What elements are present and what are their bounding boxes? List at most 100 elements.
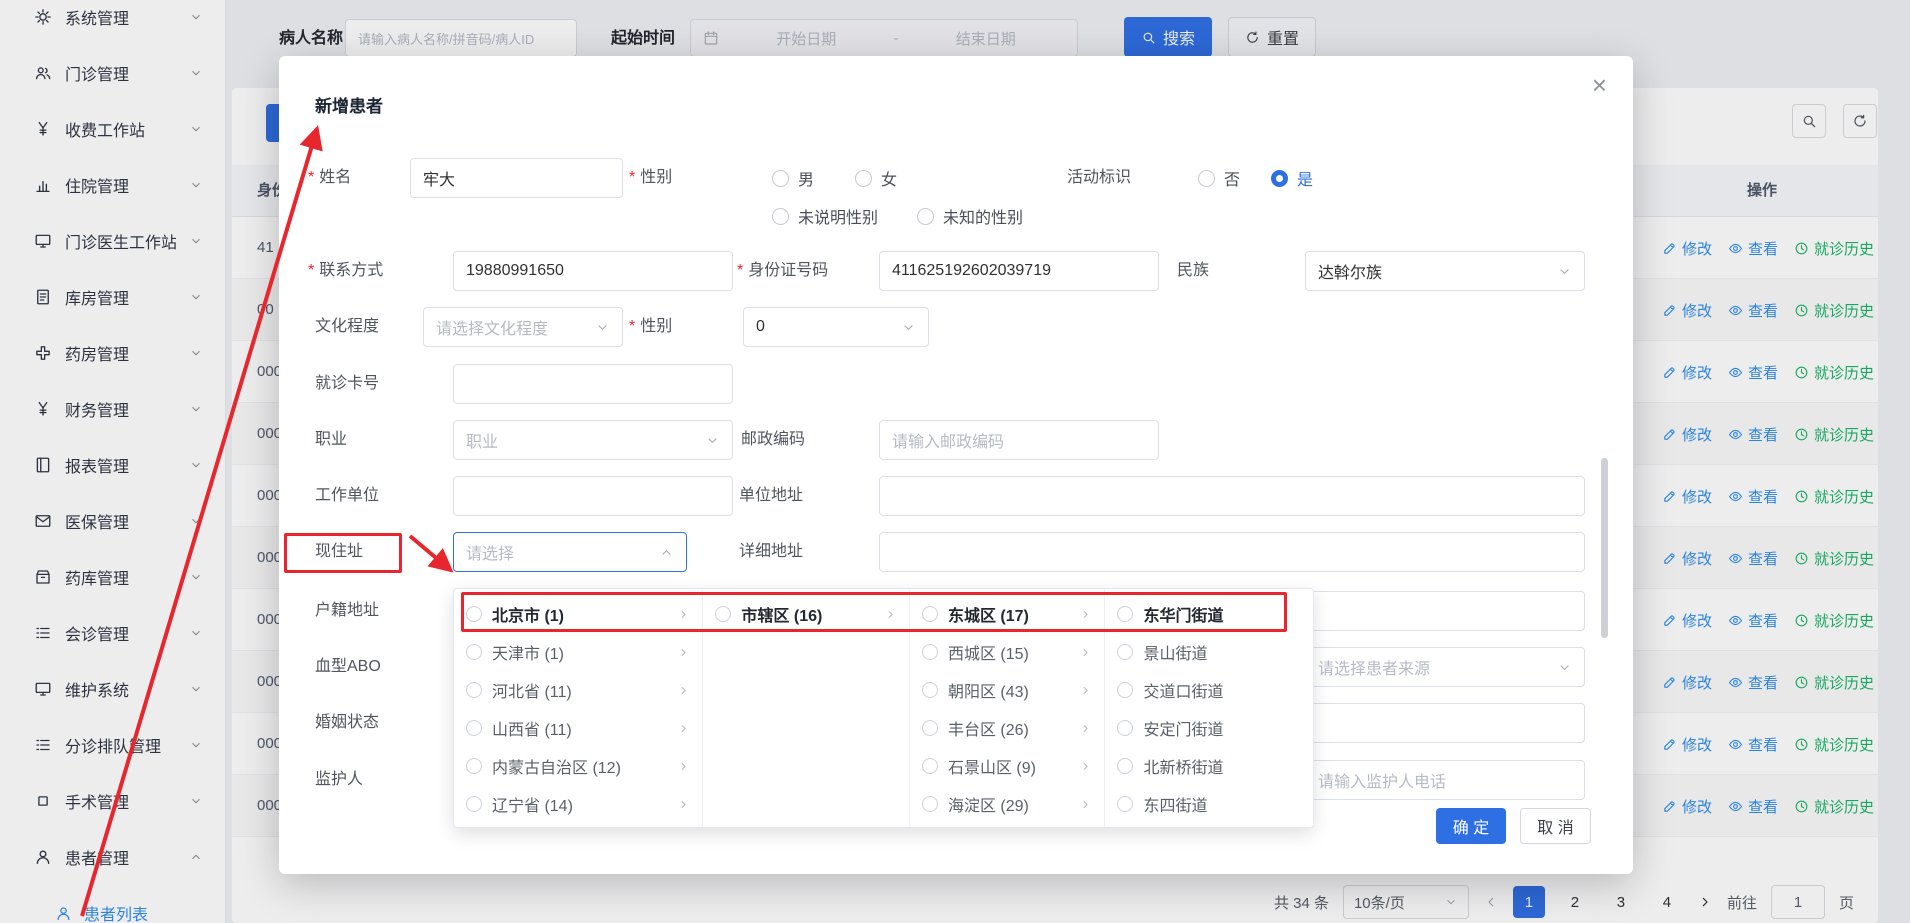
current-address-select[interactable]: 请选择 xyxy=(453,532,687,572)
work-unit-input[interactable] xyxy=(453,476,733,516)
radio-icon[interactable] xyxy=(466,606,482,622)
radio-icon[interactable] xyxy=(466,758,482,774)
radio-label: 未知的性别 xyxy=(943,204,1023,228)
radio-icon xyxy=(772,208,789,225)
cascader-option[interactable]: 东四街道 xyxy=(1105,785,1313,823)
cascader-option[interactable]: 石景山区 (9) xyxy=(910,747,1105,785)
modal-scrollbar[interactable] xyxy=(1601,458,1608,638)
cascader-option-label: 天津市 (1) xyxy=(492,640,667,664)
cascader-option[interactable]: 北京市 (1) xyxy=(454,595,702,633)
cascader-option[interactable]: 北新桥街道 xyxy=(1105,747,1313,785)
card-no-input[interactable] xyxy=(453,364,733,404)
gender-code-select[interactable]: 0 xyxy=(743,307,929,347)
household-address-label: 户籍地址 xyxy=(315,591,379,631)
cascader-option[interactable]: 市辖区 (16) xyxy=(703,595,909,633)
cascader-option[interactable]: 西城区 (15) xyxy=(910,633,1105,671)
add-patient-dialog: 新增患者 × 姓名 牢大 性别 男 女 活动标识 否 是 未说明性别 未知的性别… xyxy=(279,56,1633,874)
radio-icon[interactable] xyxy=(1117,644,1133,660)
name-input[interactable]: 牢大 xyxy=(410,158,623,198)
current-address-label: 现住址 xyxy=(315,532,363,572)
radio-gender-female[interactable]: 女 xyxy=(855,158,897,198)
chevron-right-icon xyxy=(677,760,690,773)
radio-gender-unknown[interactable]: 未知的性别 xyxy=(917,196,1023,236)
name-value: 牢大 xyxy=(423,166,610,190)
ethnicity-label: 民族 xyxy=(1177,251,1209,291)
gender-code-label: 性别 xyxy=(629,307,672,347)
cascader-option[interactable]: 安定门街道 xyxy=(1105,709,1313,747)
radio-icon[interactable] xyxy=(922,796,938,812)
cascader-option[interactable]: 河北省 (11) xyxy=(454,671,702,709)
cascader-option[interactable]: 海淀区 (29) xyxy=(910,785,1105,823)
cancel-button[interactable]: 取 消 xyxy=(1520,808,1591,844)
cascader-option-label: 市辖区 (16) xyxy=(741,602,874,626)
occupation-select[interactable]: 职业 xyxy=(453,420,733,460)
chevron-down-icon xyxy=(595,320,610,335)
radio-icon[interactable] xyxy=(922,682,938,698)
cascader-option[interactable]: 内蒙古自治区 (12) xyxy=(454,747,702,785)
radio-icon xyxy=(917,208,934,225)
radio-icon[interactable] xyxy=(1117,606,1133,622)
radio-icon[interactable] xyxy=(466,682,482,698)
cascader-option[interactable]: 东华门街道 xyxy=(1105,595,1313,633)
contact-input[interactable]: 19880991650 xyxy=(453,251,733,291)
radio-icon[interactable] xyxy=(466,644,482,660)
cascader-option-label: 内蒙古自治区 (12) xyxy=(492,754,667,778)
radio-icon[interactable] xyxy=(922,720,938,736)
education-select[interactable]: 请选择文化程度 xyxy=(423,307,623,347)
postal-code-placeholder: 请输入邮政编码 xyxy=(892,428,1146,452)
chevron-right-icon xyxy=(1079,608,1092,621)
cascader-option[interactable]: 天津市 (1) xyxy=(454,633,702,671)
chevron-right-icon xyxy=(884,608,897,621)
radio-active-yes[interactable]: 是 xyxy=(1271,158,1313,198)
radio-icon[interactable] xyxy=(466,720,482,736)
radio-gender-unspecified[interactable]: 未说明性别 xyxy=(772,196,878,236)
postal-code-input[interactable]: 请输入邮政编码 xyxy=(879,420,1159,460)
unit-address-label: 单位地址 xyxy=(739,476,803,516)
household-right-input[interactable] xyxy=(1305,591,1585,631)
cascader-column-city: 市辖区 (16) xyxy=(703,589,910,827)
cascader-dropdown: 北京市 (1) 天津市 (1) 河北省 (11) xyxy=(453,588,1314,828)
ethnicity-select[interactable]: 达斡尔族 xyxy=(1305,251,1585,291)
radio-active-no[interactable]: 否 xyxy=(1198,158,1240,198)
cascader-option-label: 河北省 (11) xyxy=(492,678,667,702)
patient-source-placeholder: 请选择患者来源 xyxy=(1318,655,1549,679)
radio-icon[interactable] xyxy=(1117,682,1133,698)
cascader-option-label: 东城区 (17) xyxy=(948,602,1070,626)
chevron-down-icon xyxy=(901,320,916,335)
chevron-right-icon xyxy=(1079,646,1092,659)
cascader-option[interactable]: 山西省 (11) xyxy=(454,709,702,747)
cascader-option[interactable]: 交道口街道 xyxy=(1105,671,1313,709)
cascader-option[interactable]: 朝阳区 (43) xyxy=(910,671,1105,709)
chevron-right-icon xyxy=(1079,722,1092,735)
cascader-option-label: 西城区 (15) xyxy=(948,640,1070,664)
id-number-input[interactable]: 411625192602039719 xyxy=(879,251,1159,291)
marital-right-input[interactable] xyxy=(1305,703,1585,743)
radio-icon[interactable] xyxy=(1117,758,1133,774)
guardian-phone-input[interactable]: 请输入监护人电话 xyxy=(1305,760,1585,800)
radio-icon[interactable] xyxy=(922,758,938,774)
chevron-up-icon xyxy=(659,545,674,560)
cascader-option[interactable]: 辽宁省 (14) xyxy=(454,785,702,823)
current-address-placeholder: 请选择 xyxy=(466,540,651,564)
id-number-value: 411625192602039719 xyxy=(892,262,1146,280)
radio-icon[interactable] xyxy=(1117,796,1133,812)
radio-icon[interactable] xyxy=(715,606,731,622)
radio-icon[interactable] xyxy=(922,606,938,622)
radio-icon[interactable] xyxy=(1117,720,1133,736)
radio-icon-checked xyxy=(1271,170,1288,187)
radio-gender-male[interactable]: 男 xyxy=(772,158,814,198)
confirm-button[interactable]: 确 定 xyxy=(1436,808,1506,844)
cascader-option[interactable]: 景山街道 xyxy=(1105,633,1313,671)
unit-address-input[interactable] xyxy=(879,476,1585,516)
active-flag-label: 活动标识 xyxy=(1067,158,1131,198)
detail-address-input[interactable] xyxy=(879,532,1585,572)
patient-source-select[interactable]: 请选择患者来源 xyxy=(1305,647,1585,687)
close-icon[interactable]: × xyxy=(1592,72,1607,98)
cascader-option[interactable]: 东城区 (17) xyxy=(910,595,1105,633)
chevron-right-icon xyxy=(677,684,690,697)
ethnicity-value: 达斡尔族 xyxy=(1318,259,1549,283)
card-no-label: 就诊卡号 xyxy=(315,364,379,404)
radio-icon[interactable] xyxy=(922,644,938,660)
cascader-option[interactable]: 丰台区 (26) xyxy=(910,709,1105,747)
radio-icon[interactable] xyxy=(466,796,482,812)
